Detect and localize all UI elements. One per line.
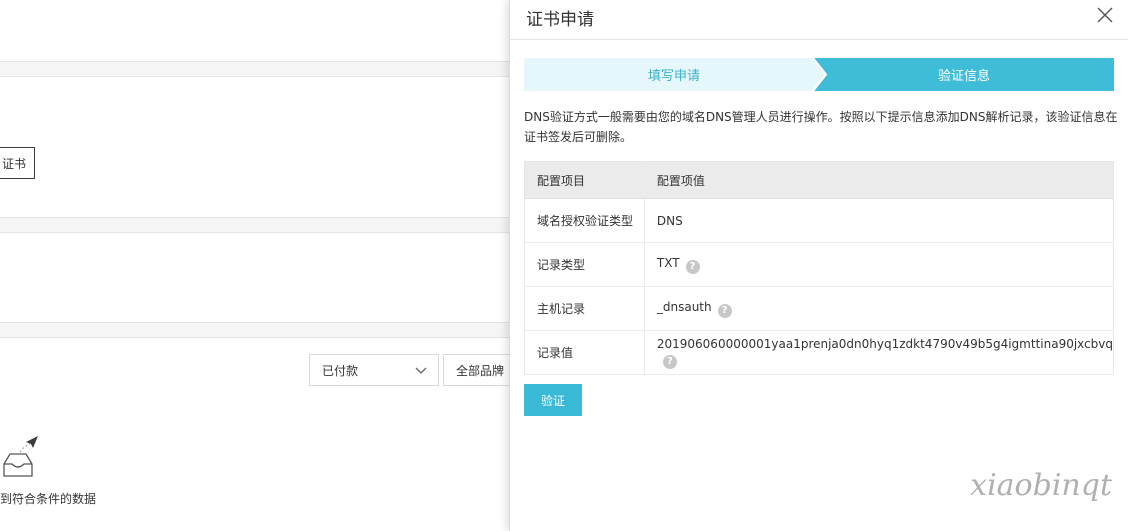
empty-inbox-icon (3, 436, 38, 477)
verify-button[interactable]: 验证 (524, 384, 582, 416)
table-row: 域名授权验证类型 DNS (524, 198, 1114, 243)
row-item-auth-type: 域名授权验证类型 (524, 198, 645, 243)
buy-certificate-label: 证书 (1, 156, 26, 171)
status-select[interactable]: 已付款 (309, 354, 439, 386)
buy-certificate-button[interactable]: 证书 (0, 147, 35, 179)
table-header-row: 配置项目 配置项值 (524, 161, 1114, 199)
step-verify-info: 验证信息 (937, 69, 990, 84)
table-row: 记录值 201906060000001yaa1prenja0dn0hyq1zdk… (524, 330, 1114, 375)
section-divider (0, 217, 510, 233)
section-divider (0, 322, 510, 338)
record-value-text: 201906060000001yaa1prenja0dn0hyq1zdkt479… (656, 336, 1113, 351)
row-item-record-value: 记录值 (524, 330, 645, 375)
step-indicator: 填写申请 验证信息 (524, 58, 1114, 91)
help-icon[interactable]: ? (662, 354, 677, 369)
close-icon[interactable] (1095, 5, 1115, 25)
help-icon[interactable]: ? (717, 303, 732, 318)
status-select-value: 已付款 (322, 363, 359, 378)
drawer-title: 证书申请 (526, 10, 594, 30)
host-record-value: _dnsauth (656, 299, 712, 314)
row-item-host-record: 主机记录 (524, 286, 645, 331)
table-row: 记录类型 TXT? (524, 242, 1114, 287)
table-row: 主机记录 _dnsauth? (524, 286, 1114, 331)
watermark: xiaobinqt (970, 468, 1112, 503)
record-type-value: TXT (656, 255, 680, 270)
column-header-item: 配置项目 (524, 161, 645, 199)
dns-config-table: 配置项目 配置项值 域名授权验证类型 DNS 记录类型 TXT? 主机记录 _d… (524, 161, 1114, 375)
row-value-record-value: 201906060000001yaa1prenja0dn0hyq1zdkt479… (644, 330, 1114, 375)
drawer-header: 证书申请 (510, 0, 1128, 40)
column-header-value: 配置项值 (644, 161, 1114, 199)
empty-state-text: 到符合条件的数据 (0, 492, 97, 506)
help-icon[interactable]: ? (685, 259, 700, 274)
chevron-down-icon (415, 367, 427, 374)
row-item-record-type: 记录类型 (524, 242, 645, 287)
section-divider (0, 61, 510, 77)
certificate-apply-drawer: 证书申请 填写申请 验证信息 DNS验证方式一般需要由您的域名DNS管理人员进行… (509, 0, 1128, 531)
brand-select-value: 全部品牌 (456, 363, 505, 378)
dns-verification-description: DNS验证方式一般需要由您的域名DNS管理人员进行操作。按照以下提示信息添加DN… (524, 110, 1118, 144)
row-value-record-type: TXT? (644, 242, 1114, 287)
auth-type-value: DNS (656, 213, 683, 228)
row-value-host-record: _dnsauth? (644, 286, 1114, 331)
row-value-auth-type: DNS (644, 198, 1114, 243)
step-fill-application: 填写申请 (647, 69, 700, 84)
